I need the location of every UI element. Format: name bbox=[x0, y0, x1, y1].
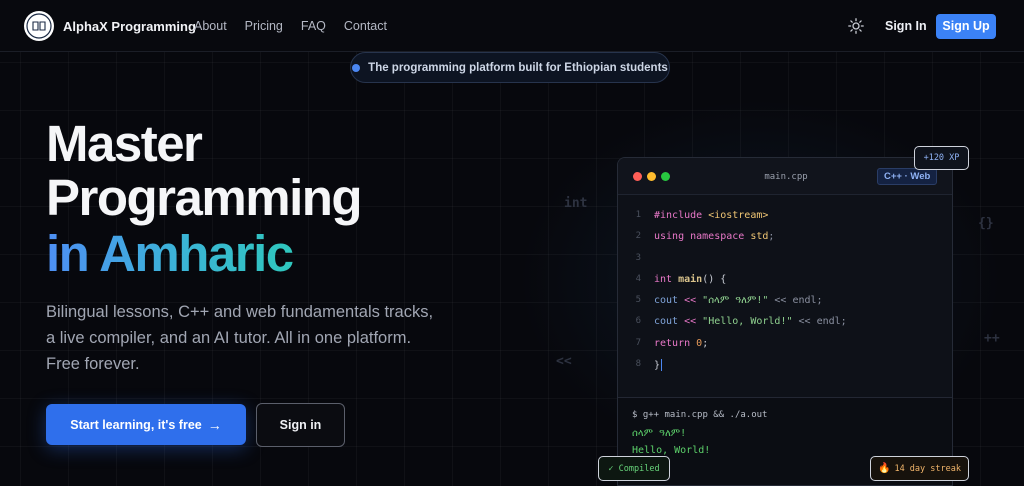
code-token: } bbox=[654, 360, 661, 372]
streak-badge: 🔥 14 day streak bbox=[870, 456, 969, 481]
code-token: #include bbox=[654, 210, 709, 221]
code-line: 4 int main() { bbox=[618, 273, 952, 295]
code-editor-card: main.cpp C++ · Web 1 #include <iostream>… bbox=[617, 157, 953, 486]
code-token: ; bbox=[768, 231, 775, 243]
nav-link-faq[interactable]: FAQ bbox=[301, 19, 326, 33]
code-token: () { bbox=[702, 273, 727, 285]
line-number: 2 bbox=[635, 231, 641, 242]
hero-title-line-1: Master bbox=[46, 115, 203, 172]
code-token: std bbox=[750, 231, 769, 243]
sign-up-button[interactable]: Sign Up bbox=[936, 14, 996, 39]
code-token: ; bbox=[702, 337, 709, 349]
arrow-right-icon: → bbox=[207, 416, 222, 433]
announcement-pill: The programming platform built for Ethio… bbox=[350, 52, 670, 83]
code-block: 1 #include <iostream> 2 using namespace … bbox=[618, 210, 952, 380]
code-line: 6 cout << "Hello, World!" << endl; bbox=[618, 316, 952, 337]
code-token: int bbox=[654, 273, 679, 285]
status-dot-icon bbox=[352, 63, 361, 72]
compiled-badge: ✓ Compiled bbox=[598, 456, 670, 481]
hero-sign-in-button[interactable]: Sign in bbox=[256, 403, 345, 447]
logo-icon bbox=[24, 11, 54, 41]
decor-shift: << bbox=[556, 354, 572, 369]
decor-plus: ++ bbox=[984, 331, 1000, 346]
brand[interactable]: AlphaX Programming bbox=[24, 11, 196, 41]
xp-badge: +120 XP bbox=[914, 146, 969, 170]
code-token: << bbox=[684, 316, 703, 328]
terminal-output-line-1: ሰላም ዓለም! bbox=[632, 428, 687, 439]
nav-link-contact[interactable]: Contact bbox=[344, 19, 387, 33]
code-token: return bbox=[654, 337, 697, 349]
terminal-command: $ g++ main.cpp && ./a.out bbox=[632, 410, 768, 420]
code-line: 8 } bbox=[618, 359, 952, 380]
code-token: main bbox=[678, 273, 703, 285]
navbar: AlphaX Programming About Pricing FAQ Con… bbox=[0, 0, 1024, 52]
code-token: "ሰላም ዓለም!" bbox=[702, 295, 769, 307]
sun-icon[interactable] bbox=[848, 18, 864, 34]
code-token: cout bbox=[654, 295, 685, 307]
decor-int: int bbox=[564, 196, 588, 211]
code-line: 5 cout << "ሰላም ዓለም!" << endl; bbox=[618, 295, 952, 316]
hero-title-line-3: in Amharic bbox=[46, 225, 294, 282]
editor-header: main.cpp C++ · Web bbox=[618, 158, 952, 195]
code-line: 1 #include <iostream> bbox=[618, 210, 952, 231]
flame-icon: 🔥 bbox=[878, 463, 891, 474]
streak-label: 14 day streak bbox=[894, 463, 961, 474]
sign-in-link[interactable]: Sign In bbox=[885, 19, 927, 33]
code-line: 3 bbox=[618, 252, 952, 274]
nav-link-pricing[interactable]: Pricing bbox=[245, 19, 283, 33]
announcement-text: The programming platform built for Ethio… bbox=[368, 61, 668, 74]
code-token: << endl; bbox=[792, 316, 847, 328]
code-line: 7 return 0; bbox=[618, 337, 952, 359]
language-badge: C++ · Web bbox=[877, 168, 938, 185]
hero-description: Bilingual lessons, C++ and web fundament… bbox=[46, 303, 434, 373]
nav-links: About Pricing FAQ Contact bbox=[194, 19, 405, 33]
code-token: using namespace bbox=[654, 231, 751, 243]
line-number: 3 bbox=[635, 252, 641, 263]
code-token: << endl; bbox=[768, 295, 823, 307]
line-number: 4 bbox=[635, 273, 641, 284]
code-token: << bbox=[684, 295, 703, 307]
hero-title-line-2: Programming bbox=[46, 169, 363, 226]
code-token: cout bbox=[654, 316, 685, 328]
code-line: 2 using namespace std; bbox=[618, 231, 952, 252]
code-token: "Hello, World!" bbox=[702, 316, 793, 328]
line-number: 8 bbox=[635, 359, 641, 370]
start-learning-label: Start learning, it's free bbox=[70, 417, 202, 432]
line-number: 7 bbox=[635, 337, 641, 348]
code-token: <iostream> bbox=[708, 210, 769, 221]
start-learning-button[interactable]: Start learning, it's free → bbox=[46, 404, 246, 445]
line-number: 6 bbox=[635, 316, 641, 327]
text-caret bbox=[661, 359, 663, 372]
line-number: 1 bbox=[635, 210, 641, 220]
brand-name: AlphaX Programming bbox=[63, 18, 196, 34]
line-number: 5 bbox=[635, 295, 641, 306]
terminal-output-line-2: Hello, World! bbox=[632, 445, 711, 456]
decor-braces: {} bbox=[978, 216, 994, 231]
nav-link-about[interactable]: About bbox=[194, 19, 227, 33]
